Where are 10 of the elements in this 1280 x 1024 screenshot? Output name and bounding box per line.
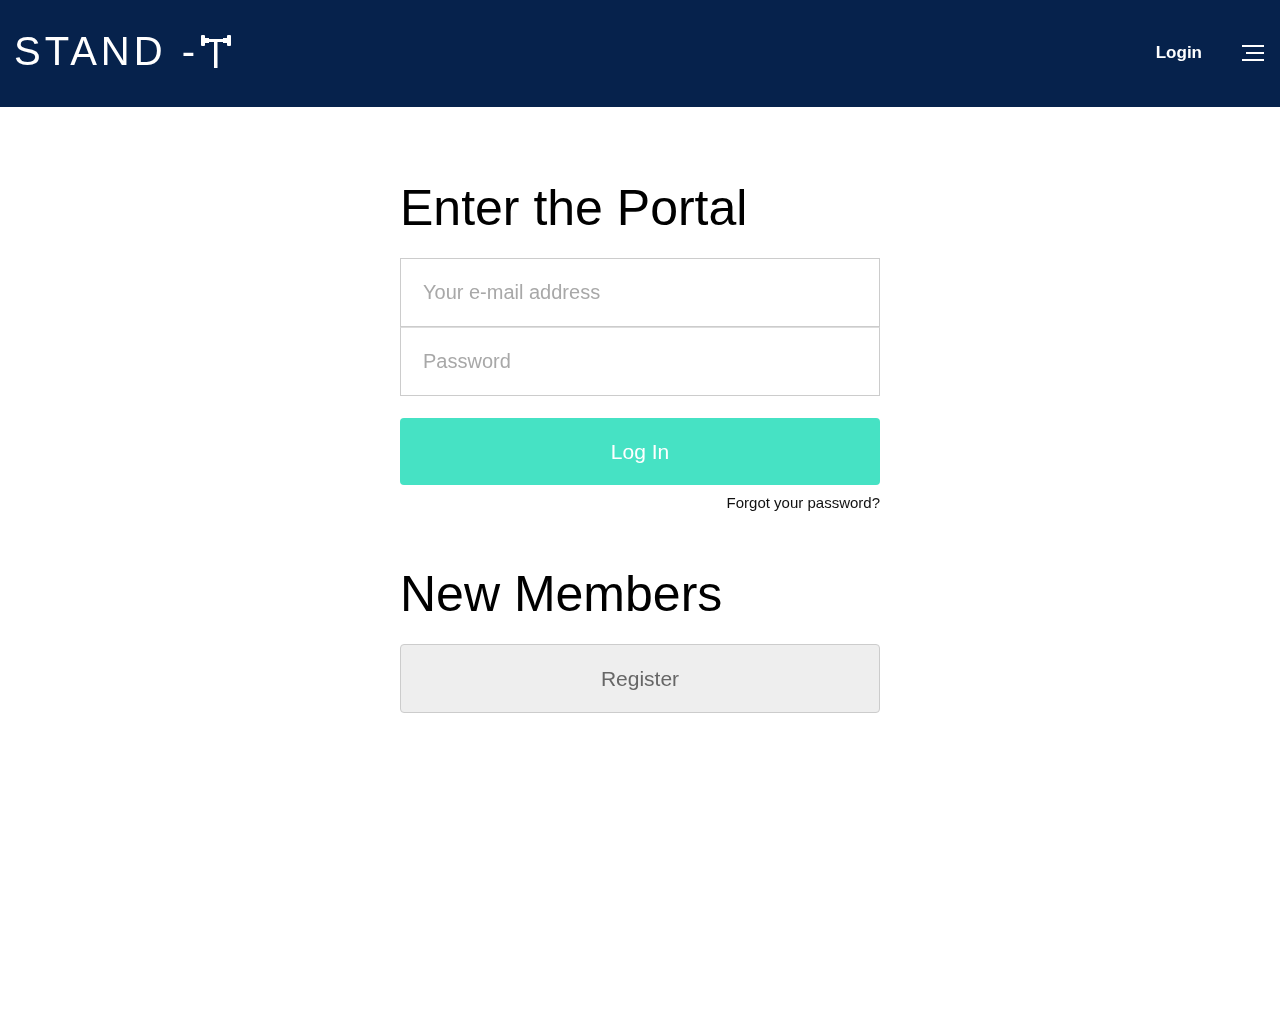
dumbbell-icon — [201, 32, 232, 69]
password-field[interactable]: Password — [400, 327, 880, 396]
login-link[interactable]: Login — [1155, 42, 1202, 63]
forgot-password-link[interactable]: Forgot your password? — [726, 494, 880, 511]
email-field[interactable]: Your e-mail address — [400, 258, 880, 327]
register-heading: New Members — [400, 567, 724, 622]
menu-icon[interactable] — [1242, 44, 1264, 61]
register-button[interactable]: Register — [400, 644, 880, 713]
logo-text: STAND - — [14, 30, 200, 71]
login-heading: Enter the Portal — [400, 181, 749, 236]
